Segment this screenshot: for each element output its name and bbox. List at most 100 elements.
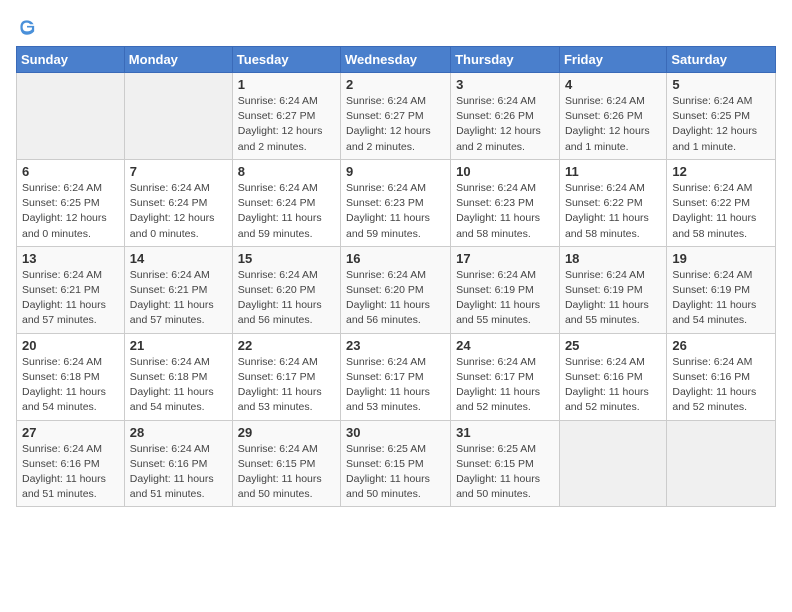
day-number: 21 bbox=[130, 338, 227, 353]
day-number: 7 bbox=[130, 164, 227, 179]
calendar-cell: 20 Sunrise: 6:24 AM Sunset: 6:18 PM Dayli… bbox=[17, 333, 125, 420]
day-detail: Sunrise: 6:24 AM Sunset: 6:20 PM Dayligh… bbox=[346, 268, 445, 329]
calendar-cell: 12 Sunrise: 6:24 AM Sunset: 6:22 PM Dayli… bbox=[667, 159, 776, 246]
calendar-cell: 2 Sunrise: 6:24 AM Sunset: 6:27 PM Daylig… bbox=[341, 73, 451, 160]
day-number: 19 bbox=[672, 251, 770, 266]
day-number: 3 bbox=[456, 77, 554, 92]
day-detail: Sunrise: 6:25 AM Sunset: 6:15 PM Dayligh… bbox=[346, 442, 445, 503]
day-detail: Sunrise: 6:24 AM Sunset: 6:23 PM Dayligh… bbox=[456, 181, 554, 242]
calendar-cell: 24 Sunrise: 6:24 AM Sunset: 6:17 PM Dayli… bbox=[451, 333, 560, 420]
week-row-3: 13 Sunrise: 6:24 AM Sunset: 6:21 PM Dayli… bbox=[17, 246, 776, 333]
day-number: 17 bbox=[456, 251, 554, 266]
day-number: 2 bbox=[346, 77, 445, 92]
day-number: 24 bbox=[456, 338, 554, 353]
day-detail: Sunrise: 6:24 AM Sunset: 6:20 PM Dayligh… bbox=[238, 268, 335, 329]
day-number: 16 bbox=[346, 251, 445, 266]
week-row-4: 20 Sunrise: 6:24 AM Sunset: 6:18 PM Dayli… bbox=[17, 333, 776, 420]
calendar-cell: 5Sunrise: 6:24 AM Sunset: 6:25 PM Daylig… bbox=[667, 73, 776, 160]
day-detail: Sunrise: 6:24 AM Sunset: 6:23 PM Dayligh… bbox=[346, 181, 445, 242]
day-number: 11 bbox=[565, 164, 661, 179]
day-number: 22 bbox=[238, 338, 335, 353]
day-detail: Sunrise: 6:24 AM Sunset: 6:22 PM Dayligh… bbox=[672, 181, 770, 242]
day-detail: Sunrise: 6:24 AM Sunset: 6:17 PM Dayligh… bbox=[346, 355, 445, 416]
calendar-cell: 25Sunrise: 6:24 AM Sunset: 6:16 PM Dayli… bbox=[559, 333, 666, 420]
calendar-cell: 14 Sunrise: 6:24 AM Sunset: 6:21 PM Dayli… bbox=[124, 246, 232, 333]
day-number: 12 bbox=[672, 164, 770, 179]
day-detail: Sunrise: 6:24 AM Sunset: 6:24 PM Dayligh… bbox=[130, 181, 227, 242]
day-detail: Sunrise: 6:24 AM Sunset: 6:19 PM Dayligh… bbox=[456, 268, 554, 329]
calendar-cell: 11Sunrise: 6:24 AM Sunset: 6:22 PM Dayli… bbox=[559, 159, 666, 246]
header-day-thursday: Thursday bbox=[451, 47, 560, 73]
calendar-cell: 29 Sunrise: 6:24 AM Sunset: 6:15 PM Dayli… bbox=[232, 420, 340, 507]
calendar-body: 1 Sunrise: 6:24 AM Sunset: 6:27 PM Daylig… bbox=[17, 73, 776, 507]
calendar-cell: 28 Sunrise: 6:24 AM Sunset: 6:16 PM Dayli… bbox=[124, 420, 232, 507]
calendar-cell: 26Sunrise: 6:24 AM Sunset: 6:16 PM Dayli… bbox=[667, 333, 776, 420]
calendar-cell: 8Sunrise: 6:24 AM Sunset: 6:24 PM Daylig… bbox=[232, 159, 340, 246]
day-detail: Sunrise: 6:24 AM Sunset: 6:16 PM Dayligh… bbox=[22, 442, 119, 503]
day-number: 20 bbox=[22, 338, 119, 353]
day-number: 25 bbox=[565, 338, 661, 353]
day-detail: Sunrise: 6:24 AM Sunset: 6:17 PM Dayligh… bbox=[238, 355, 335, 416]
day-detail: Sunrise: 6:24 AM Sunset: 6:25 PM Dayligh… bbox=[672, 94, 770, 155]
day-detail: Sunrise: 6:24 AM Sunset: 6:19 PM Dayligh… bbox=[672, 268, 770, 329]
header-day-tuesday: Tuesday bbox=[232, 47, 340, 73]
calendar-header-row: SundayMondayTuesdayWednesdayThursdayFrid… bbox=[17, 47, 776, 73]
calendar-table: SundayMondayTuesdayWednesdayThursdayFrid… bbox=[16, 46, 776, 507]
calendar-cell: 17 Sunrise: 6:24 AM Sunset: 6:19 PM Dayli… bbox=[451, 246, 560, 333]
day-number: 14 bbox=[130, 251, 227, 266]
calendar-cell: 15 Sunrise: 6:24 AM Sunset: 6:20 PM Dayli… bbox=[232, 246, 340, 333]
header-day-wednesday: Wednesday bbox=[341, 47, 451, 73]
day-detail: Sunrise: 6:25 AM Sunset: 6:15 PM Dayligh… bbox=[456, 442, 554, 503]
day-detail: Sunrise: 6:24 AM Sunset: 6:21 PM Dayligh… bbox=[130, 268, 227, 329]
day-detail: Sunrise: 6:24 AM Sunset: 6:24 PM Dayligh… bbox=[238, 181, 335, 242]
day-detail: Sunrise: 6:24 AM Sunset: 6:17 PM Dayligh… bbox=[456, 355, 554, 416]
calendar-cell bbox=[559, 420, 666, 507]
day-number: 28 bbox=[130, 425, 227, 440]
day-number: 1 bbox=[238, 77, 335, 92]
day-detail: Sunrise: 6:24 AM Sunset: 6:16 PM Dayligh… bbox=[672, 355, 770, 416]
day-number: 30 bbox=[346, 425, 445, 440]
day-detail: Sunrise: 6:24 AM Sunset: 6:19 PM Dayligh… bbox=[565, 268, 661, 329]
calendar-cell: 22 Sunrise: 6:24 AM Sunset: 6:17 PM Dayli… bbox=[232, 333, 340, 420]
day-number: 15 bbox=[238, 251, 335, 266]
day-number: 9 bbox=[346, 164, 445, 179]
day-number: 31 bbox=[456, 425, 554, 440]
day-number: 27 bbox=[22, 425, 119, 440]
calendar-cell bbox=[124, 73, 232, 160]
calendar-cell: 21 Sunrise: 6:24 AM Sunset: 6:18 PM Dayli… bbox=[124, 333, 232, 420]
day-number: 29 bbox=[238, 425, 335, 440]
day-detail: Sunrise: 6:24 AM Sunset: 6:18 PM Dayligh… bbox=[22, 355, 119, 416]
week-row-5: 27 Sunrise: 6:24 AM Sunset: 6:16 PM Dayli… bbox=[17, 420, 776, 507]
day-number: 4 bbox=[565, 77, 661, 92]
calendar-cell: 4 Sunrise: 6:24 AM Sunset: 6:26 PM Daylig… bbox=[559, 73, 666, 160]
day-detail: Sunrise: 6:24 AM Sunset: 6:27 PM Dayligh… bbox=[346, 94, 445, 155]
day-detail: Sunrise: 6:24 AM Sunset: 6:16 PM Dayligh… bbox=[130, 442, 227, 503]
day-detail: Sunrise: 6:24 AM Sunset: 6:15 PM Dayligh… bbox=[238, 442, 335, 503]
day-detail: Sunrise: 6:24 AM Sunset: 6:21 PM Dayligh… bbox=[22, 268, 119, 329]
day-number: 6 bbox=[22, 164, 119, 179]
calendar-cell: 9 Sunrise: 6:24 AM Sunset: 6:23 PM Daylig… bbox=[341, 159, 451, 246]
day-detail: Sunrise: 6:24 AM Sunset: 6:18 PM Dayligh… bbox=[130, 355, 227, 416]
week-row-2: 6Sunrise: 6:24 AM Sunset: 6:25 PM Daylig… bbox=[17, 159, 776, 246]
day-number: 23 bbox=[346, 338, 445, 353]
calendar-cell bbox=[667, 420, 776, 507]
page-header bbox=[16, 16, 776, 38]
calendar-cell: 31 Sunrise: 6:25 AM Sunset: 6:15 PM Dayli… bbox=[451, 420, 560, 507]
calendar-cell: 16 Sunrise: 6:24 AM Sunset: 6:20 PM Dayli… bbox=[341, 246, 451, 333]
calendar-cell: 1 Sunrise: 6:24 AM Sunset: 6:27 PM Daylig… bbox=[232, 73, 340, 160]
calendar-cell: 23 Sunrise: 6:24 AM Sunset: 6:17 PM Dayli… bbox=[341, 333, 451, 420]
logo-icon bbox=[16, 16, 38, 38]
calendar-cell: 30 Sunrise: 6:25 AM Sunset: 6:15 PM Dayli… bbox=[341, 420, 451, 507]
day-detail: Sunrise: 6:24 AM Sunset: 6:27 PM Dayligh… bbox=[238, 94, 335, 155]
logo bbox=[16, 16, 40, 38]
day-number: 13 bbox=[22, 251, 119, 266]
day-number: 10 bbox=[456, 164, 554, 179]
calendar-cell: 6Sunrise: 6:24 AM Sunset: 6:25 PM Daylig… bbox=[17, 159, 125, 246]
week-row-1: 1 Sunrise: 6:24 AM Sunset: 6:27 PM Daylig… bbox=[17, 73, 776, 160]
calendar-cell: 10 Sunrise: 6:24 AM Sunset: 6:23 PM Dayli… bbox=[451, 159, 560, 246]
calendar-cell: 3 Sunrise: 6:24 AM Sunset: 6:26 PM Daylig… bbox=[451, 73, 560, 160]
day-detail: Sunrise: 6:24 AM Sunset: 6:26 PM Dayligh… bbox=[565, 94, 661, 155]
day-detail: Sunrise: 6:24 AM Sunset: 6:26 PM Dayligh… bbox=[456, 94, 554, 155]
calendar-cell: 27 Sunrise: 6:24 AM Sunset: 6:16 PM Dayli… bbox=[17, 420, 125, 507]
header-day-sunday: Sunday bbox=[17, 47, 125, 73]
